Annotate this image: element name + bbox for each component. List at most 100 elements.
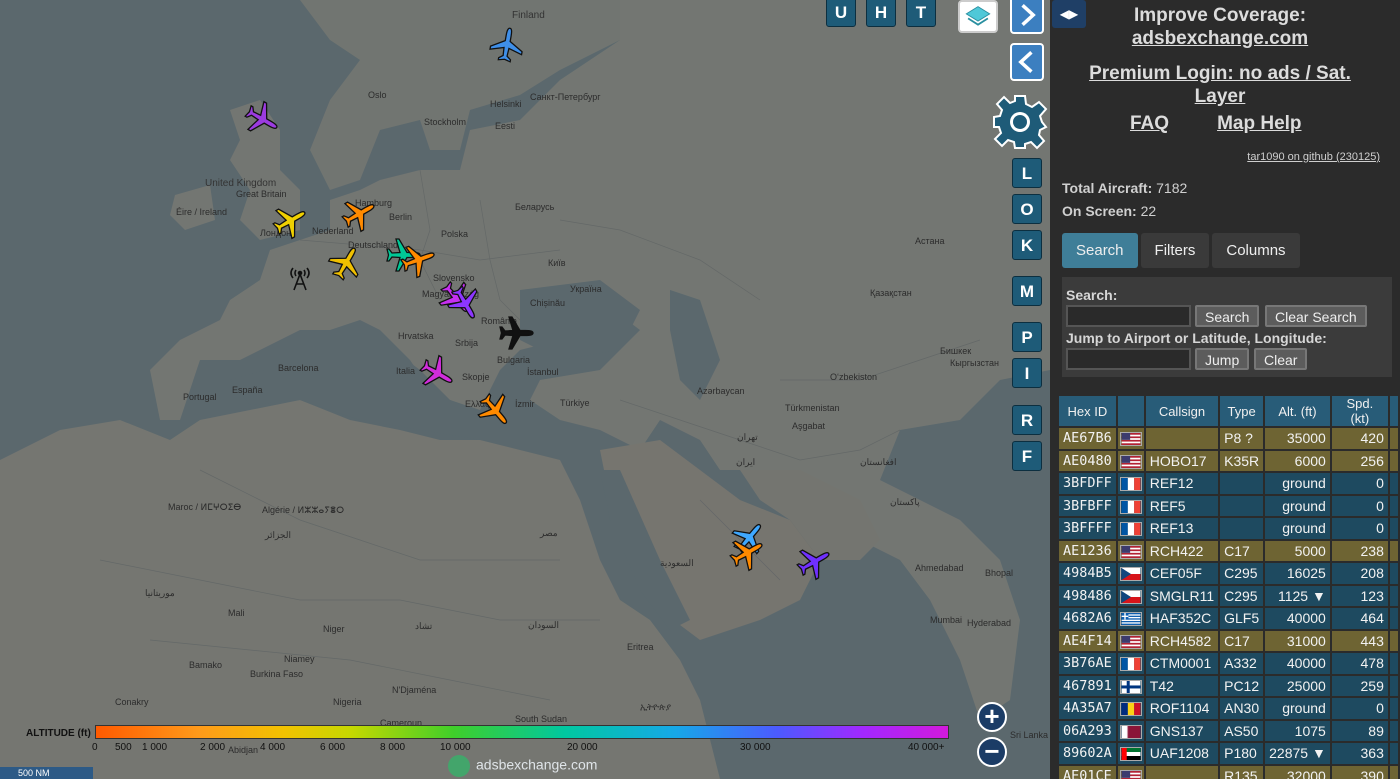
- hex-cell: AE67B6: [1059, 428, 1116, 449]
- overflow-cell: [1389, 473, 1398, 494]
- improve-coverage-link[interactable]: Improve Coverage: adsbexchange.com: [1050, 4, 1390, 50]
- premium-login-label[interactable]: Premium Login: no ads / Sat.: [1089, 63, 1351, 84]
- aircraft-marker-icon[interactable]: [326, 243, 366, 283]
- table-row[interactable]: AE0480 HOBO17 K35R 6000 256: [1059, 450, 1398, 471]
- table-row[interactable]: 3BFBFF REF5 ground 0: [1059, 495, 1398, 516]
- aircraft-marker-icon[interactable]: [475, 390, 515, 430]
- map-help-link[interactable]: Map Help: [1217, 113, 1301, 134]
- map-place-label: Maroc / ⵍⵎⵖⵔⵉⴱ: [168, 502, 242, 512]
- total-aircraft-label: Total Aircraft:: [1062, 180, 1153, 196]
- column-header[interactable]: [1117, 396, 1144, 426]
- hex-cell: 3BFFFF: [1059, 518, 1116, 539]
- adsbexchange-link[interactable]: adsbexchange.com: [1132, 28, 1308, 49]
- aircraft-marker-icon[interactable]: [417, 353, 457, 393]
- version-link[interactable]: tar1090 on github (230125): [1247, 151, 1380, 163]
- map-toggle-r-button[interactable]: R: [1012, 405, 1042, 435]
- tab-filters[interactable]: Filters: [1140, 233, 1210, 268]
- map-toggle-l-button[interactable]: L: [1012, 158, 1042, 188]
- speed-cell: 238: [1331, 540, 1388, 561]
- type-cell: [1220, 473, 1264, 494]
- table-row[interactable]: 3BFFFF REF13 ground 0: [1059, 518, 1398, 539]
- map-toggle-p-button[interactable]: P: [1012, 322, 1042, 352]
- altitude-cell: 25000: [1265, 675, 1330, 696]
- overflow-cell: [1389, 653, 1398, 674]
- on-screen-stat: On Screen: 22: [1062, 203, 1156, 219]
- jump-input[interactable]: [1066, 348, 1191, 370]
- altitude-cell: ground: [1265, 473, 1330, 494]
- overflow-cell: [1389, 608, 1398, 629]
- on-screen-label: On Screen:: [1062, 203, 1137, 219]
- hex-cell: 3BFBFF: [1059, 495, 1116, 516]
- table-row[interactable]: 467891 T42 PC12 25000 259: [1059, 675, 1398, 696]
- aircraft-marker-icon[interactable]: [794, 542, 834, 582]
- speed-cell: 0: [1331, 473, 1388, 494]
- aircraft-marker-icon[interactable]: [242, 99, 282, 139]
- map-toggle-t-button[interactable]: T: [906, 0, 936, 27]
- map-toggle-h-button[interactable]: H: [866, 0, 896, 27]
- overflow-cell: [1389, 720, 1398, 741]
- clear-jump-button[interactable]: Clear: [1254, 348, 1308, 370]
- zoom-out-button[interactable]: −: [977, 737, 1007, 767]
- premium-login-link[interactable]: Premium Login: no ads / Sat. Layer: [1050, 62, 1390, 108]
- map-place-label: Mumbai: [930, 615, 963, 625]
- table-row[interactable]: AE67B6 P8 ? 35000 420: [1059, 428, 1398, 449]
- table-row[interactable]: 498486 SMGLR11 C295 1125 ▼ 123: [1059, 585, 1398, 606]
- aircraft-marker-icon[interactable]: [445, 283, 485, 323]
- map-place-label: Italia: [396, 366, 416, 376]
- column-header[interactable]: Callsign: [1145, 396, 1219, 426]
- column-header[interactable]: Type: [1220, 396, 1264, 426]
- map-toggle-o-button[interactable]: O: [1012, 194, 1042, 224]
- altitude-cell: ground: [1265, 495, 1330, 516]
- map-place-label: Hrvatska: [398, 331, 434, 341]
- search-button[interactable]: Search: [1195, 305, 1260, 327]
- column-header[interactable]: Hex ID: [1059, 396, 1116, 426]
- aircraft-marker-icon[interactable]: [270, 201, 310, 241]
- map-toggle-u-button[interactable]: U: [826, 0, 856, 27]
- premium-login-label-2[interactable]: Layer: [1195, 86, 1246, 107]
- table-row[interactable]: 4984B5 CEF05F C295 16025 208: [1059, 563, 1398, 584]
- table-row[interactable]: 89602A UAF1208 P180 22875 ▼ 363: [1059, 743, 1398, 764]
- map-view[interactable]: Finland Oslo Helsinki Санкт-Петербург Stockh…: [0, 0, 1050, 779]
- layers-button[interactable]: [958, 0, 998, 33]
- settings-button[interactable]: [992, 94, 1048, 150]
- column-header[interactable]: Spd. (kt): [1331, 396, 1388, 426]
- faq-link[interactable]: FAQ: [1130, 113, 1169, 134]
- column-header-overflow[interactable]: [1389, 396, 1398, 426]
- tab-columns[interactable]: Columns: [1212, 233, 1300, 268]
- help-links: FAQ Map Help: [1130, 113, 1350, 135]
- map-place-label: Barcelona: [278, 363, 319, 373]
- tab-search[interactable]: Search: [1062, 233, 1138, 268]
- aircraft-marker-icon[interactable]: [487, 25, 527, 65]
- collapse-sidebar-button[interactable]: [1010, 43, 1044, 81]
- jump-button[interactable]: Jump: [1195, 348, 1250, 370]
- table-row[interactable]: 3BFDFF REF12 ground 0: [1059, 473, 1398, 494]
- table-row[interactable]: 3B76AE CTM0001 A332 40000 478: [1059, 653, 1398, 674]
- map-toggle-f-button[interactable]: F: [1012, 441, 1042, 471]
- search-input[interactable]: [1066, 305, 1191, 327]
- legend-tick-label: 10 000: [440, 742, 471, 753]
- table-row[interactable]: AE01CE R135 32000 390: [1059, 765, 1398, 779]
- flag-cell: [1117, 563, 1144, 584]
- table-row[interactable]: AE4F14 RCH4582 C17 31000 443: [1059, 630, 1398, 651]
- clear-search-button[interactable]: Clear Search: [1265, 305, 1367, 327]
- map-place-label: Finland: [512, 10, 545, 21]
- table-row[interactable]: AE1236 RCH422 C17 5000 238: [1059, 540, 1398, 561]
- aircraft-marker-icon[interactable]: [727, 533, 767, 573]
- map-toggle-m-button[interactable]: M: [1012, 276, 1042, 306]
- table-row[interactable]: 4A35A7 ROF1104 AN30 ground 0: [1059, 698, 1398, 719]
- aircraft-marker-icon[interactable]: [398, 240, 438, 280]
- overflow-cell: [1389, 518, 1398, 539]
- aircraft-marker-icon[interactable]: [339, 194, 379, 234]
- altitude-cell: ground: [1265, 698, 1330, 719]
- type-cell: C17: [1220, 630, 1264, 651]
- map-toggle-i-button[interactable]: I: [1012, 358, 1042, 388]
- aircraft-marker-icon[interactable]: [496, 313, 536, 353]
- country-flag-icon: [1119, 543, 1142, 559]
- table-row[interactable]: 06A293 GNS137 AS50 1075 89: [1059, 720, 1398, 741]
- country-flag-icon: [1119, 700, 1142, 717]
- table-row[interactable]: 4682A6 HAF352C GLF5 40000 464: [1059, 608, 1398, 629]
- expand-sidebar-button[interactable]: [1010, 0, 1044, 34]
- map-toggle-k-button[interactable]: K: [1012, 230, 1042, 260]
- zoom-in-button[interactable]: +: [977, 702, 1007, 732]
- column-header[interactable]: Alt. (ft): [1265, 396, 1330, 426]
